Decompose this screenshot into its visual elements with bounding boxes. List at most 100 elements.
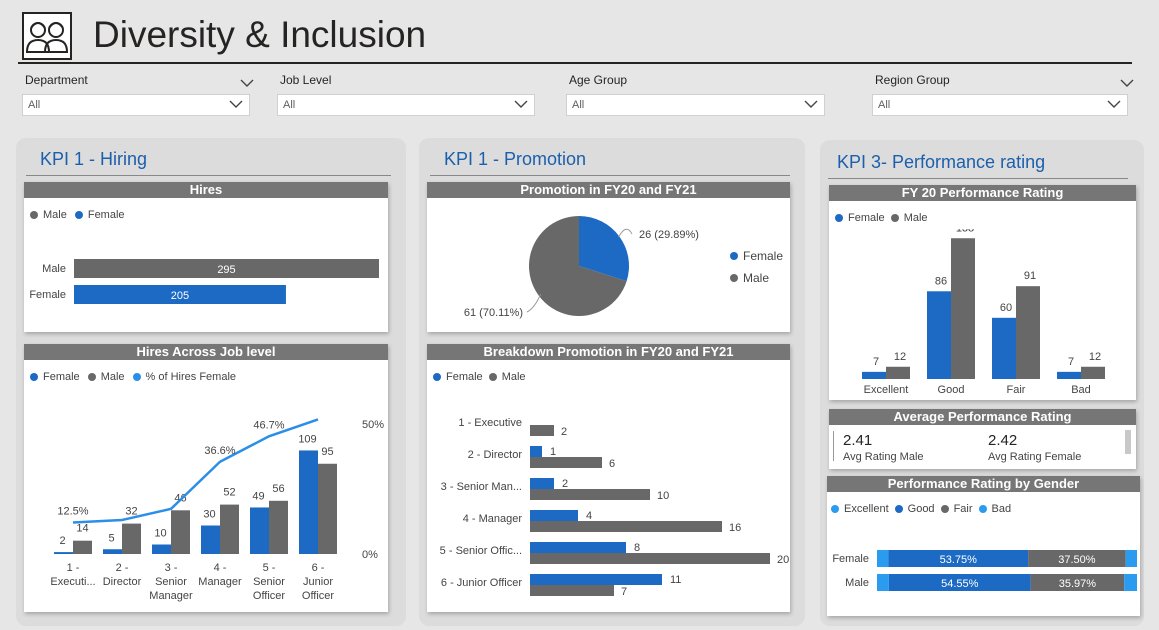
male-bar	[530, 425, 554, 436]
male-bar	[1016, 286, 1040, 379]
data-label: 10	[657, 490, 669, 502]
age-group-slicer-label: Age Group	[569, 73, 628, 87]
department-dropdown[interactable]: All	[22, 94, 250, 116]
category-label: 4 -	[214, 562, 227, 574]
dropdown-value: All	[878, 99, 891, 111]
category-label: 6 -	[312, 562, 325, 574]
legend-excellent: Excellent	[844, 503, 889, 515]
data-label: 109	[298, 433, 316, 445]
avg-rating-male-label: Avg Rating Male	[843, 451, 924, 463]
male-bar	[886, 366, 910, 379]
card-title: Breakdown Promotion in FY20 and FY21	[427, 344, 790, 360]
data-label: 7	[873, 356, 879, 368]
category-label: Officer	[302, 590, 335, 602]
male-bar	[951, 238, 975, 379]
male-bar	[171, 510, 190, 554]
data-label: 95	[321, 446, 333, 458]
category-label: 2 -	[116, 562, 129, 574]
hires-job-level-card[interactable]: Hires Across Job level Female Male % of …	[24, 344, 388, 612]
pie-data-label: 26 (29.89%)	[639, 229, 699, 241]
data-label: 35.97%	[1059, 578, 1097, 590]
female-bar	[530, 478, 554, 489]
scrollbar[interactable]	[1125, 430, 1131, 454]
people-icon	[22, 12, 72, 60]
category-label: Excellent	[864, 384, 909, 396]
data-label: 20	[777, 554, 789, 566]
data-label: 12	[1089, 351, 1101, 363]
category-label: Female	[832, 553, 869, 565]
male-bar	[530, 457, 602, 468]
category-label: 1 -	[67, 562, 80, 574]
legend-fair: Fair	[953, 503, 973, 515]
male-bar	[122, 523, 141, 554]
female-bar	[927, 291, 951, 379]
pct-data-label: 36.6%	[204, 445, 235, 457]
data-label: 5	[108, 532, 114, 544]
male-bar	[530, 585, 614, 596]
age-group-dropdown[interactable]: All	[566, 94, 825, 116]
category-label: Bad	[1071, 384, 1091, 396]
dropdown-value: All	[28, 99, 41, 111]
pie-data-label: 61 (70.11%)	[464, 307, 523, 319]
male-bar	[220, 504, 239, 554]
male-bar	[530, 521, 722, 532]
chevron-down-icon[interactable]	[1120, 75, 1134, 93]
hires-job-level-chart: 2141 -Executi...5322 -Director10463 -Sen…	[50, 418, 384, 602]
dropdown-value: All	[283, 99, 296, 111]
card-title: Hires	[24, 182, 388, 198]
avg-rating-card[interactable]: Average Performance Rating 2.41 Avg Rati…	[829, 409, 1136, 469]
title-divider	[18, 62, 1132, 64]
bad-segment	[1125, 550, 1138, 567]
data-label: 30	[203, 509, 215, 521]
avg-rating-female-value: 2.42	[988, 432, 1018, 449]
rating-by-gender-card[interactable]: Performance Rating by Gender Excellent G…	[827, 476, 1140, 616]
category-label: 5 - Senior Offic...	[440, 545, 522, 557]
category-label: Officer	[253, 590, 286, 602]
card-title: Performance Rating by Gender	[827, 476, 1140, 492]
data-label: 10	[154, 528, 166, 540]
data-label: 91	[1024, 270, 1036, 282]
category-label: Senior	[253, 576, 285, 588]
legend-good: Good	[907, 503, 935, 515]
hires-card[interactable]: Hires Male Female Male 295 Female 205	[24, 182, 388, 332]
male-bar	[73, 540, 92, 554]
chevron-down-icon	[1107, 100, 1121, 108]
female-bar	[250, 507, 269, 554]
data-label: 2	[59, 535, 65, 547]
job-level-slicer-label: Job Level	[280, 73, 332, 87]
card-title: FY 20 Performance Rating	[829, 185, 1136, 201]
category-label: 1 - Executive	[458, 417, 522, 429]
category-label: Male	[42, 263, 66, 275]
legend-female: Female	[730, 249, 783, 263]
category-label: Senior	[155, 576, 187, 588]
data-label: 1	[550, 446, 556, 458]
female-bar	[201, 525, 220, 554]
fy20-bar-chart: 7 12 Excellent 86 138 Good 60 91 Fair 7 12 Bad	[862, 229, 1105, 396]
female-bar	[530, 542, 626, 553]
category-label: Executi...	[50, 576, 95, 588]
category-label: Manager	[198, 576, 242, 588]
data-label: 53.75%	[940, 554, 978, 566]
fy20-rating-card[interactable]: FY 20 Performance Rating Female Male 7 12…	[829, 185, 1136, 400]
rating-by-gender-chart: Female 53.75% 37.50% Male 54.55% 35.97%	[832, 550, 1138, 591]
section-divider	[430, 175, 790, 176]
male-bar	[318, 463, 337, 554]
male-bar	[1081, 366, 1105, 379]
category-label: Junior	[303, 576, 333, 588]
promotion-card[interactable]: Promotion in FY20 and FY21 26 (29.89%) 61…	[427, 182, 790, 332]
chart-legend: Excellent Good Fair Bad	[831, 503, 1011, 515]
legend-male: Male	[501, 371, 526, 383]
data-label: 2	[561, 426, 567, 438]
female-bar	[103, 549, 122, 554]
data-label: 11	[670, 574, 681, 586]
data-label: 4	[586, 510, 592, 522]
region-group-dropdown[interactable]: All	[872, 94, 1128, 116]
breakdown-promotion-card[interactable]: Breakdown Promotion in FY20 and FY21 Fem…	[427, 344, 790, 612]
legend-male: Male	[43, 209, 67, 221]
chevron-down-icon[interactable]	[240, 75, 254, 93]
data-label: 54.55%	[941, 578, 979, 590]
job-level-dropdown[interactable]: All	[277, 94, 535, 116]
card-title: Hires Across Job level	[24, 344, 388, 360]
section-divider	[26, 175, 391, 176]
section-divider	[828, 178, 1128, 179]
